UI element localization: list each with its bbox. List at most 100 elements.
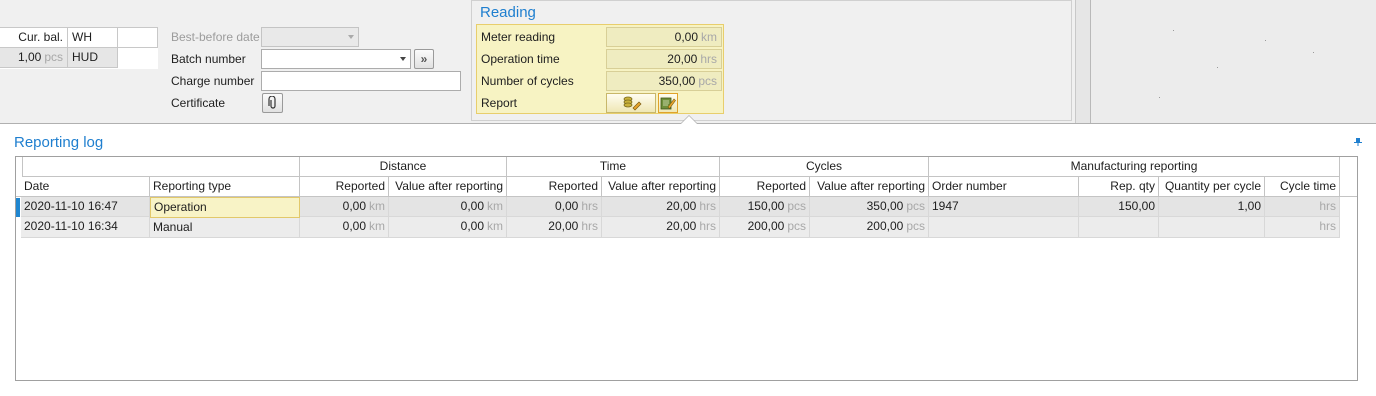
col-order-number[interactable]: Order number (929, 177, 1079, 197)
col-time-reported[interactable]: Reported (507, 177, 602, 197)
time-after-unit: hrs (699, 199, 716, 213)
meter-reading-value: 0,00 (674, 30, 698, 44)
cycles-reported-unit: pcs (787, 199, 806, 213)
time-reported-unit: hrs (581, 199, 598, 213)
cycles-reported-value: 150,00 (747, 199, 785, 213)
col-rep-qty[interactable]: Rep. qty (1079, 177, 1159, 197)
header-filler (1340, 157, 1357, 197)
cur-bal-cell[interactable]: 1,00 pcs (0, 48, 68, 68)
col-blank (118, 28, 158, 48)
distance-reported-cell[interactable]: 0,00 km (300, 217, 389, 238)
time-reported-value: 20,00 (548, 219, 579, 233)
cycles-after-cell[interactable]: 200,00 pcs (810, 217, 929, 238)
col-time-after[interactable]: Value after reporting (602, 177, 720, 197)
col-date[interactable]: Date (21, 177, 150, 197)
time-reported-unit: hrs (581, 219, 598, 233)
operation-time-label: Operation time (481, 52, 560, 66)
col-cycle-time[interactable]: Cycle time (1265, 177, 1340, 197)
time-reported-cell[interactable]: 0,00 hrs (507, 197, 602, 217)
batch-forward-button[interactable]: » (414, 49, 434, 69)
distance-after-value: 0,00 (460, 219, 484, 233)
cycle-time-cell[interactable]: hrs (1265, 197, 1340, 217)
col-cur-bal[interactable]: Cur. bal. (0, 28, 68, 48)
operation-time-unit: hrs (700, 52, 717, 66)
pin-icon[interactable] (1354, 138, 1362, 146)
cycles-after-value: 200,00 (866, 219, 904, 233)
rep-qty-cell[interactable]: 150,00 (1079, 197, 1159, 217)
chevron-down-icon (348, 35, 354, 39)
distance-reported-value: 0,00 (342, 219, 366, 233)
col-distance-reported[interactable]: Reported (300, 177, 389, 197)
cycles-after-unit: pcs (906, 199, 925, 213)
forward-icon: » (420, 52, 428, 66)
splitter[interactable] (1075, 0, 1090, 123)
order-number-cell[interactable] (929, 217, 1079, 238)
cycles-field[interactable]: 350,00 pcs (606, 71, 722, 91)
reporting-type-cell[interactable]: Operation (150, 197, 300, 218)
report-label: Report (481, 96, 518, 110)
rep-qty-cell[interactable] (1079, 217, 1159, 238)
col-distance-after[interactable]: Value after reporting (389, 177, 507, 197)
band-cycles: Cycles (720, 157, 929, 177)
certificate-label: Certificate (171, 96, 226, 110)
time-after-value: 20,00 (666, 199, 697, 213)
charge-number-input[interactable] (261, 71, 461, 91)
date-cell[interactable]: 2020-11-10 16:34 (21, 217, 150, 238)
band-time: Time (507, 157, 720, 177)
distance-reported-unit: km (369, 199, 385, 213)
cycles-reported-cell[interactable]: 200,00 pcs (720, 217, 810, 238)
cur-bal-unit: pcs (44, 50, 63, 64)
col-quantity-per-cycle[interactable]: Quantity per cycle (1159, 177, 1265, 197)
best-before-select (261, 27, 359, 47)
order-number-cell[interactable]: 1947 (929, 197, 1079, 217)
report-coins-button[interactable] (606, 93, 656, 113)
quantity-per-cycle-cell[interactable] (1159, 217, 1265, 238)
reporting-type-cell[interactable]: Manual (150, 218, 300, 238)
cycles-reported-value: 200,00 (747, 219, 785, 233)
meter-reading-field[interactable]: 0,00 km (606, 27, 722, 47)
col-cycles-reported[interactable]: Reported (720, 177, 810, 197)
date-cell[interactable]: 2020-11-10 16:47 (21, 197, 150, 217)
cycle-time-cell[interactable]: hrs (1265, 217, 1340, 238)
quantity-per-cycle-cell[interactable]: 1,00 (1159, 197, 1265, 217)
batch-number-select[interactable] (261, 49, 411, 69)
meter-reading-label: Meter reading (481, 30, 556, 44)
cycles-after-value: 350,00 (866, 199, 904, 213)
band-distance: Distance (300, 157, 507, 177)
wh-cell[interactable]: HUD (68, 48, 118, 68)
distance-after-unit: km (487, 199, 503, 213)
distance-after-value: 0,00 (460, 199, 484, 213)
batch-number-label: Batch number (171, 52, 246, 66)
popup-pointer-inner (681, 116, 697, 124)
operation-time-field[interactable]: 20,00 hrs (606, 49, 722, 69)
col-cycles-after[interactable]: Value after reporting (810, 177, 929, 197)
band-manufacturing: Manufacturing reporting (929, 157, 1340, 177)
charge-number-label: Charge number (171, 74, 255, 88)
best-before-label: Best-before date (171, 30, 260, 44)
distance-after-cell[interactable]: 0,00 km (389, 197, 507, 217)
col-wh[interactable]: WH (68, 28, 118, 48)
time-reported-cell[interactable]: 20,00 hrs (507, 217, 602, 238)
cycles-after-cell[interactable]: 350,00 pcs (810, 197, 929, 217)
distance-after-unit: km (487, 219, 503, 233)
cycles-label: Number of cycles (481, 74, 574, 88)
certificate-attach-button[interactable] (262, 93, 283, 113)
col-reporting-type[interactable]: Reporting type (150, 177, 300, 197)
distance-reported-unit: km (369, 219, 385, 233)
time-after-cell[interactable]: 20,00 hrs (602, 197, 720, 217)
distance-reported-cell[interactable]: 0,00 km (300, 197, 389, 217)
cycle-time-unit: hrs (1319, 199, 1336, 213)
cur-bal-value: 1,00 (17, 50, 42, 64)
meter-reading-unit: km (701, 30, 717, 44)
paperclip-icon (267, 96, 276, 109)
cycles-reported-unit: pcs (787, 219, 806, 233)
distance-after-cell[interactable]: 0,00 km (389, 217, 507, 238)
balance-grid: Cur. bal. WH 1,00 pcs HUD (0, 27, 158, 69)
cycles-reported-cell[interactable]: 150,00 pcs (720, 197, 810, 217)
time-after-cell[interactable]: 20,00 hrs (602, 217, 720, 238)
report-edit-button[interactable] (658, 93, 678, 113)
time-after-unit: hrs (699, 219, 716, 233)
band-empty (21, 157, 300, 177)
reading-title: Reading (480, 4, 536, 21)
cycle-time-unit: hrs (1319, 219, 1336, 233)
